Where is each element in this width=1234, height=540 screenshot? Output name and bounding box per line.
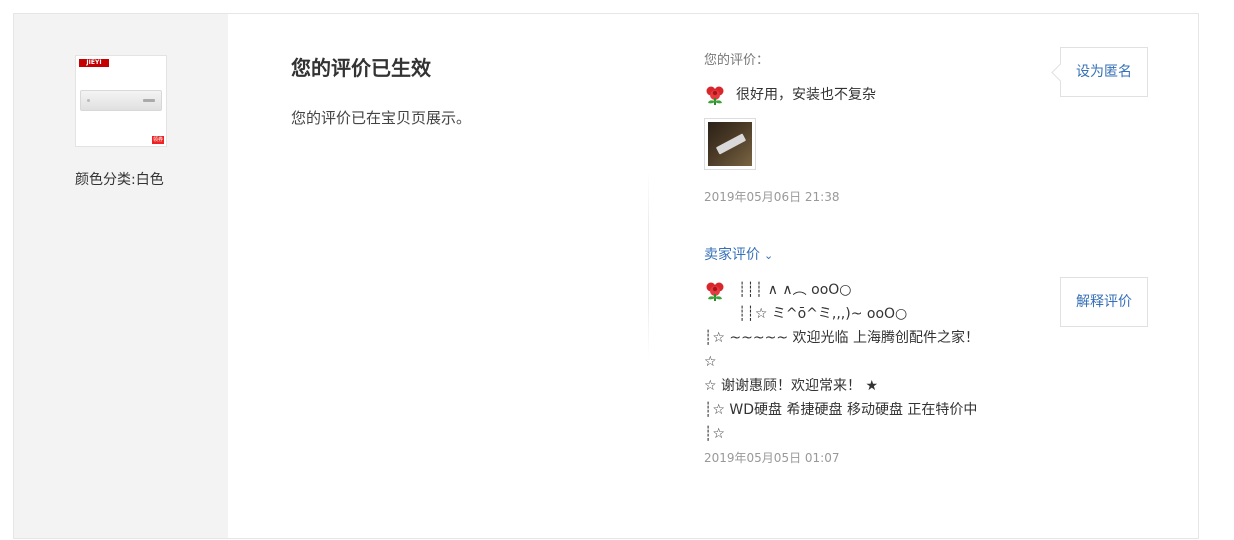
seller-review-toggle[interactable]: 卖家评价 ⌄ [704,244,773,264]
set-anonymous-button[interactable]: 设为匿名 [1060,47,1148,97]
seller-review-text: ┊┊┊ ∧ ∧︵ ooO○ ┊┊☆ ミ^ō^ミ,,,)~ ooO○ ┊☆ ~~~… [704,278,979,446]
review-text: 很好用，安装也不复杂 [736,87,876,103]
review-photo[interactable] [704,118,756,170]
sku-label: 颜色分类:白色 [75,172,164,188]
thumbnail-brand-logo: JIEYI [79,59,109,67]
product-panel: JIEYI 领券 颜色分类:白色 [14,14,228,538]
seller-review-toggle-label: 卖家评价 [704,247,760,263]
product-thumbnail[interactable]: JIEYI 领券 [75,55,167,147]
status-description: 您的评价已在宝贝页展示。 [291,109,472,127]
seller-line: ☆ [704,354,717,370]
seller-line: ┊☆ ~~~~~ 欢迎光临 上海腾创配件之家！ [704,330,979,346]
your-review-label: 您的评价： [704,53,770,68]
status-title: 您的评价已生效 [291,56,431,80]
seller-review-date: 2019年05月05日 01:07 [704,451,840,465]
thumbnail-tag: 领券 [152,136,164,144]
seller-line: ┊┊┊ ∧ ∧︵ ooO○ [738,282,852,298]
seller-line: ┊☆ WD硬盘 希捷硬盘 移动硬盘 正在特价中 [704,402,978,418]
product-image [80,90,162,111]
rose-icon [706,86,724,105]
chevron-down-icon: ⌄ [764,249,774,262]
divider [648,170,649,360]
seller-line: ☆ 谢谢惠顾！欢迎常来！ ★ [704,378,879,394]
explain-review-button[interactable]: 解释评价 [1060,277,1148,327]
seller-line: ┊☆ [704,426,725,442]
seller-line: ┊┊☆ ミ^ō^ミ,,,)~ ooO○ [738,306,908,322]
review-card: JIEYI 领券 颜色分类:白色 [13,13,1199,539]
review-date: 2019年05月06日 21:38 [704,190,840,204]
